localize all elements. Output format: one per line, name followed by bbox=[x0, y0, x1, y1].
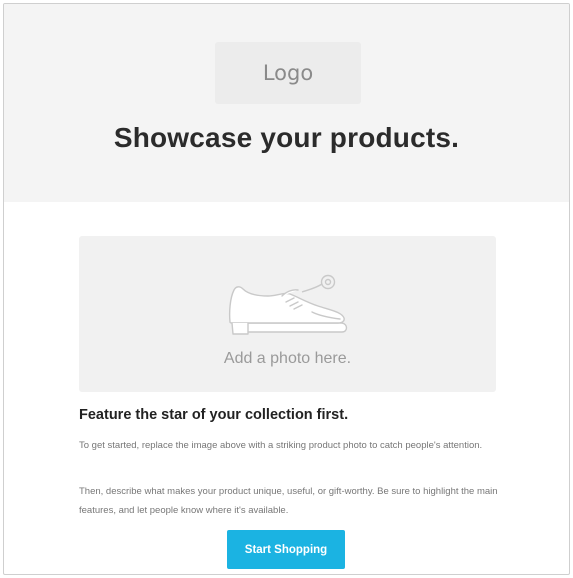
logo-placeholder[interactable]: Logo bbox=[215, 42, 361, 104]
feature-title: Feature the star of your collection firs… bbox=[79, 407, 349, 423]
logo-text: Logo bbox=[262, 61, 314, 85]
photo-caption: Add a photo here. bbox=[223, 350, 352, 367]
shoe-icon bbox=[228, 274, 348, 335]
feature-paragraph-2: Then, describe what makes your product u… bbox=[79, 486, 498, 516]
email-template-frame: Logo Showcase your products. Add a photo… bbox=[3, 3, 570, 575]
start-shopping-button[interactable]: Start Shopping bbox=[227, 530, 345, 569]
page-headline: Showcase your products. bbox=[113, 122, 460, 153]
feature-paragraph-1: To get started, replace the image above … bbox=[79, 440, 483, 451]
header-section: Logo Showcase your products. bbox=[4, 4, 569, 202]
photo-placeholder[interactable]: Add a photo here. bbox=[79, 236, 496, 392]
